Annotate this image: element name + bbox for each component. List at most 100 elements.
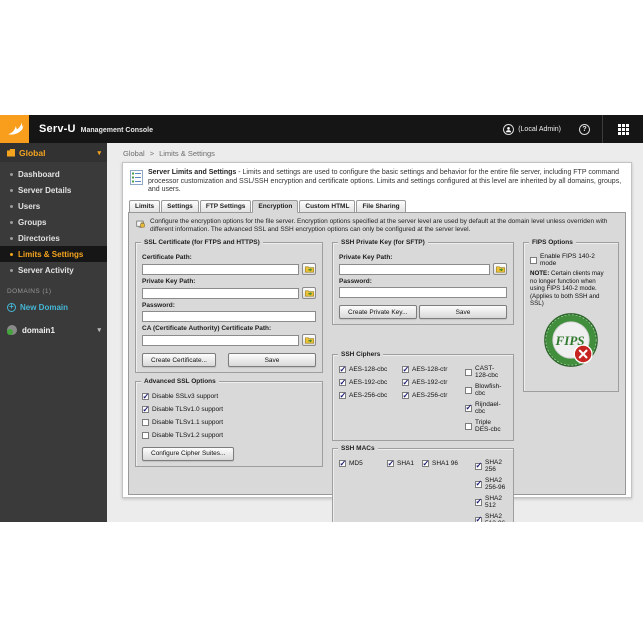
ssh-ciphers-legend: SSH Ciphers [338, 351, 383, 358]
checkbox-box-icon [465, 405, 472, 412]
domains-section-label: DOMAINS (1) [0, 288, 107, 295]
checkbox-label: SHA2 256-96 [485, 477, 507, 491]
checkbox-label: Disable TLSv1.2 support [152, 432, 223, 439]
bullet-icon [10, 237, 13, 240]
checkbox-enable-fips-140-2-mode[interactable]: Enable FIPS 140-2 mode [530, 253, 612, 267]
checkbox-cast-128-cbc[interactable]: CAST-128-cbc [465, 365, 507, 379]
checkbox-aes-192-ctr[interactable]: AES-192-ctr [402, 378, 459, 387]
checkbox-column: SHA1 SHA1 96 [387, 457, 469, 522]
checkbox-disable-tlsv1-2-support[interactable]: Disable TLSv1.2 support [142, 431, 223, 440]
checkbox-aes-128-ctr[interactable]: AES-128-ctr [402, 365, 459, 374]
checkbox-aes-128-cbc[interactable]: AES-128-cbc [339, 365, 396, 374]
sidebar-item-server-activity[interactable]: Server Activity [0, 262, 107, 278]
sidebar-item-label: Groups [18, 218, 46, 227]
save-ssh-private-key-button[interactable]: Save [419, 305, 507, 319]
checkbox-sha1[interactable]: SHA1 [387, 459, 414, 468]
fips-options-group: FIPS Options Enable FIPS 140-2 mode NOTE… [523, 242, 619, 392]
breadcrumb-root[interactable]: Global [123, 149, 145, 158]
checkbox-sha2-512[interactable]: SHA2 512 [475, 495, 507, 509]
browse-private-key-path-button[interactable] [493, 263, 507, 275]
checkbox-box-icon [465, 369, 472, 376]
sidebar-item-limits-settings[interactable]: Limits & Settings [0, 246, 107, 262]
sidebar-item-label: Users [18, 202, 40, 211]
sidebar-item-global[interactable]: Global ▾ [0, 143, 107, 162]
browse-private-key-path-button[interactable] [302, 287, 316, 299]
checkbox-sha2-256-96[interactable]: SHA2 256-96 [475, 477, 507, 491]
checkbox-disable-sslv3-support[interactable]: Disable SSLv3 support [142, 392, 223, 401]
domain-globe-icon [7, 325, 17, 335]
checkbox-aes-256-ctr[interactable]: AES-256-ctr [402, 391, 459, 400]
ssh-macs-group: SSH MACs MD5SHA1SHA1 96SHA2 256SHA2 256-… [332, 448, 514, 522]
tab-settings[interactable]: Settings [161, 200, 199, 213]
checkbox-label: SHA1 96 [432, 460, 458, 467]
chevron-down-icon: ▾ [97, 149, 101, 157]
sidebar-item-groups[interactable]: Groups [0, 214, 107, 230]
app-switcher-icon[interactable] [603, 115, 643, 143]
checkbox-column: Disable SSLv3 support Disable TLSv1.0 sup… [142, 390, 223, 442]
create-private-key-button[interactable]: Create Private Key... [339, 305, 417, 319]
tab-strip: LimitsSettingsFTP SettingsEncryptionCust… [128, 200, 626, 213]
user-menu[interactable]: (Local Admin) [503, 124, 561, 135]
ca-certificate-authority-certificate-path-input[interactable] [142, 335, 299, 346]
checkbox-rijndael-cbc[interactable]: Rijndael-cbc [465, 401, 507, 415]
sidebar-item-directories[interactable]: Directories [0, 230, 107, 246]
screenshot-canvas: Serv-U Management Console (Local Admin) … [0, 0, 643, 643]
checkbox-label: Rijndael-cbc [475, 401, 507, 415]
checkbox-disable-tlsv1-0-support[interactable]: Disable TLSv1.0 support [142, 405, 223, 414]
folder-icon [305, 289, 314, 297]
tab-file-sharing[interactable]: File Sharing [356, 200, 405, 213]
checkbox-label: Triple DES-cbc [475, 419, 507, 433]
checkbox-disable-tlsv1-1-support[interactable]: Disable TLSv1.1 support [142, 418, 223, 427]
checkbox-aes-256-cbc[interactable]: AES-256-cbc [339, 391, 396, 400]
browse-certificate-path-button[interactable] [302, 263, 316, 275]
ssh-private-key-legend: SSH Private Key (for SFTP) [338, 239, 428, 246]
checkbox-label: Enable FIPS 140-2 mode [540, 253, 612, 267]
checkbox-triple-des-cbc[interactable]: Triple DES-cbc [465, 419, 507, 433]
breadcrumb-current: Limits & Settings [159, 149, 215, 158]
new-domain-button[interactable]: + New Domain [0, 299, 107, 315]
settings-form-icon [130, 170, 143, 185]
checkbox-aes-192-cbc[interactable]: AES-192-cbc [339, 378, 396, 387]
bullet-icon [10, 205, 13, 208]
checkbox-sha2-256[interactable]: SHA2 256 [475, 459, 507, 473]
breadcrumb-separator: > [150, 149, 154, 158]
checkbox-box-icon [402, 392, 409, 399]
checkbox-box-icon [339, 366, 346, 373]
configure-cipher-suites-button[interactable]: Configure Cipher Suites... [142, 447, 234, 461]
checkbox-md5[interactable]: MD5 [339, 459, 381, 468]
field-label-password: Password: [339, 278, 507, 285]
sidebar-item-dashboard[interactable]: Dashboard [0, 166, 107, 182]
checkbox-blowfish-cbc[interactable]: Blowfish-cbc [465, 383, 507, 397]
create-certificate-button[interactable]: Create Certificate... [142, 353, 216, 367]
checkbox-sha2-512-96[interactable]: SHA2 512-96 [475, 513, 507, 522]
help-icon[interactable]: ? [579, 124, 590, 135]
checkbox-box-icon [142, 406, 149, 413]
password-input[interactable] [339, 287, 507, 298]
encryption-description: Configure the encryption options for the… [150, 218, 618, 234]
tab-custom-html[interactable]: Custom HTML [299, 200, 355, 213]
sidebar-item-domain1[interactable]: domain1 ▾ [0, 321, 107, 339]
private-key-path-input[interactable] [339, 264, 490, 275]
folder-icon [305, 265, 314, 273]
tab-encryption[interactable]: Encryption [252, 200, 298, 213]
field-label-password: Password: [142, 302, 316, 309]
sidebar-item-users[interactable]: Users [0, 198, 107, 214]
user-label: (Local Admin) [518, 126, 561, 133]
tab-ftp-settings[interactable]: FTP Settings [200, 200, 252, 213]
private-key-path-input[interactable] [142, 288, 299, 299]
checkbox-label: SHA2 512 [485, 495, 507, 509]
new-domain-label: New Domain [20, 303, 68, 312]
certificate-path-input[interactable] [142, 264, 299, 275]
checkbox-label: MD5 [349, 460, 363, 467]
tab-limits[interactable]: Limits [129, 200, 160, 213]
plus-circle-icon: + [7, 303, 16, 312]
save-ssl-certificate-button[interactable]: Save [228, 353, 316, 367]
password-input[interactable] [142, 311, 316, 322]
advanced-ssl-options-group: Advanced SSL Options Disable SSLv3 suppo… [135, 381, 323, 467]
checkbox-sha1-96[interactable]: SHA1 96 [422, 459, 458, 468]
solarwinds-logo[interactable] [0, 115, 29, 143]
browse-ca-certificate-authority-certificate-path-button[interactable] [302, 334, 316, 346]
sidebar-item-server-details[interactable]: Server Details [0, 182, 107, 198]
breadcrumb: Global > Limits & Settings [107, 143, 643, 158]
bullet-icon [10, 269, 13, 272]
